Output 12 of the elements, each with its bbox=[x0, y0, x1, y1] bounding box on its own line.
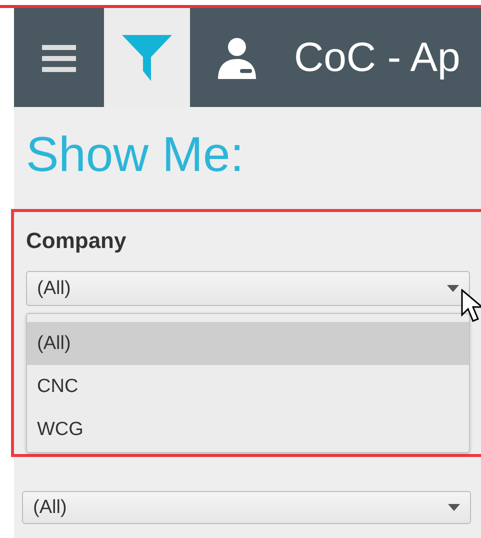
caret-icon bbox=[448, 504, 460, 511]
field-label: Company bbox=[26, 228, 126, 254]
caret-icon bbox=[447, 285, 459, 292]
company-dropdown[interactable]: (All) bbox=[26, 271, 470, 306]
dropdown-option[interactable]: (All) bbox=[27, 322, 469, 365]
cursor-icon bbox=[461, 289, 481, 323]
app-title: CoC - Ap bbox=[294, 34, 460, 81]
filter-dropdown[interactable]: (All) bbox=[22, 491, 471, 524]
filter-icon bbox=[122, 34, 172, 80]
dropdown-option[interactable]: CNC bbox=[27, 365, 469, 408]
heading: Show Me: bbox=[25, 127, 245, 183]
dropdown-option[interactable]: WCG bbox=[27, 408, 469, 451]
